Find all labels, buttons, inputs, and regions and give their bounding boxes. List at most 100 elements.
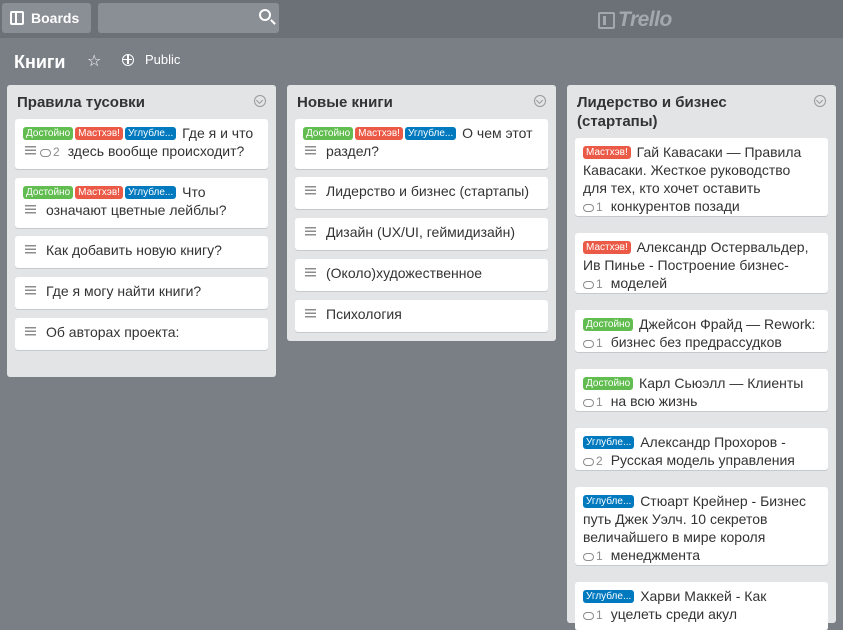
search-icon[interactable] [259,9,271,21]
card[interactable]: Достойно Джейсон Фрайд — Rework: 1 бизнес… [575,310,828,352]
comment-icon [40,149,51,157]
card[interactable]: Как добавить новую книгу? [15,236,268,268]
card-title: Об авторах проекта: [46,324,180,340]
card-title: Джейсон Фрайд — Rework: [639,316,816,332]
comment-icon [583,204,594,212]
comment-icon [583,553,594,561]
card-title: Гай Кавасаки — Правила [636,144,802,160]
description-icon [25,205,36,214]
label-blue: Углубле... [124,127,177,140]
star-icon[interactable]: ☆ [87,51,101,71]
card-title: Александр Прохоров - [640,434,786,450]
card[interactable]: Достойно Мастхэв! Углубле... О чем этот ра… [295,119,548,169]
label-red: Мастхэв! [355,127,403,140]
list-title[interactable]: Новые книги [287,85,556,112]
card[interactable]: Мастхэв! Александр Остервальдер, Ив Пинь… [575,233,828,293]
list-new-books: Новые книги Достойно Мастхэв! Углубле... О… [287,85,556,341]
card-title: (Около)художественное [326,265,483,281]
visibility-label: Public [145,52,181,67]
description-icon [25,327,36,336]
label-red: Мастхэв! [583,241,631,254]
comments-badge: 1 [583,393,603,411]
comment-icon [583,458,594,466]
list-leadership-business: Лидерство и бизнес (стартапы) Мастхэв! Га… [567,85,836,630]
card-title: Психология [326,306,402,322]
label-green: Достойно [23,127,74,140]
card[interactable]: Дизайн (UX/UI, геймидизайн) [295,218,548,250]
label-blue: Углубле... [583,590,635,603]
description-icon [25,245,36,254]
comments-badge: 1 [583,198,603,216]
list-title[interactable]: Лидерство и бизнес (стартапы) [567,85,836,131]
boards-button[interactable]: Boards [2,3,91,33]
label-blue: Углубле... [583,436,635,449]
description-icon [305,186,316,195]
card-title: О чем этот [462,125,533,141]
card-title: Карл Сьюэлл — Клиенты [639,375,804,391]
list-menu-icon[interactable] [534,95,546,107]
trello-logo[interactable]: Trello [598,8,672,32]
card[interactable]: Об авторах проекта: [15,318,268,350]
card-title: Как добавить новую книгу? [46,242,222,258]
card-title: Стюарт Крейнер - Бизнес [640,493,807,509]
boards-button-label: Boards [31,10,80,26]
card[interactable]: Достойно Мастхэв! Углубле... Где я и что 2… [15,119,268,169]
label-green: Достойно [303,127,354,140]
card-title: Где я могу найти книги? [46,283,202,299]
card-title-line2: здесь вообще происходит? [67,143,245,159]
label-green: Достойно [583,377,634,390]
label-red: Мастхэв! [75,127,123,140]
visibility-button[interactable]: Public [122,52,180,67]
label-green: Достойно [583,318,634,331]
comment-icon [583,612,594,620]
description-icon [25,286,36,295]
description-icon [305,146,316,155]
list-menu-icon[interactable] [254,95,266,107]
card[interactable]: (Около)художественное [295,259,548,291]
comments-badge: 2 [583,452,603,470]
card-title: Где я и что [182,125,254,141]
label-green: Достойно [23,186,74,199]
list-menu-icon[interactable] [814,95,826,107]
boards-icon [10,11,24,25]
comment-icon [583,340,594,348]
card-title-line2: означают цветные лейблы? [46,202,227,218]
card[interactable]: Углубле... Александр Прохоров - 2 Русская… [575,428,828,470]
label-blue: Углубле... [124,186,177,199]
list-rules: Правила тусовки Достойно Мастхэв! Углубле.… [7,85,276,377]
comments-badge: 1 [583,334,603,352]
card-title: Дизайн (UX/UI, геймидизайн) [326,224,515,240]
label-blue: Углубле... [583,495,635,508]
comment-icon [583,399,594,407]
label-blue: Углубле... [404,127,457,140]
card[interactable]: Психология [295,300,548,332]
globe-icon [122,53,134,66]
comments-badge: 1 [583,275,603,293]
label-red: Мастхэв! [75,186,123,199]
board-header: Книги ☆ Public [0,38,843,82]
comments-badge: 1 [583,606,603,624]
label-red: Мастхэв! [583,146,631,159]
description-icon [305,309,316,318]
list-title[interactable]: Правила тусовки [7,85,276,112]
comments-badge: 1 [583,547,603,565]
search-input[interactable] [98,3,279,33]
header-bar: Boards Trello [0,0,843,38]
comments-badge: 2 [40,143,60,161]
trello-logo-text: Trello [618,8,672,31]
trello-logo-icon [598,11,615,29]
card[interactable]: Углубле... Стюарт Крейнер - Бизнес путь … [575,487,828,565]
card[interactable]: Достойно Карл Сьюэлл — Клиенты 1 на всю ж… [575,369,828,411]
card-title-line2: раздел? [326,143,379,159]
card[interactable]: Мастхэв! Гай Кавасаки — Правила Кавасаки… [575,138,828,216]
board-title[interactable]: Книги [14,52,66,73]
card[interactable]: Где я могу найти книги? [15,277,268,309]
card-title: Что [182,184,206,200]
card[interactable]: Достойно Мастхэв! Углубле... Что означают … [15,178,268,228]
card-title: Лидерство и бизнес (стартапы) [326,183,530,199]
card[interactable]: Лидерство и бизнес (стартапы) [295,177,548,209]
description-icon [305,268,316,277]
comment-icon [583,281,594,289]
card-title: Харви Маккей - Как [640,588,767,604]
card-title: Александр Остервальдер, [636,239,809,255]
